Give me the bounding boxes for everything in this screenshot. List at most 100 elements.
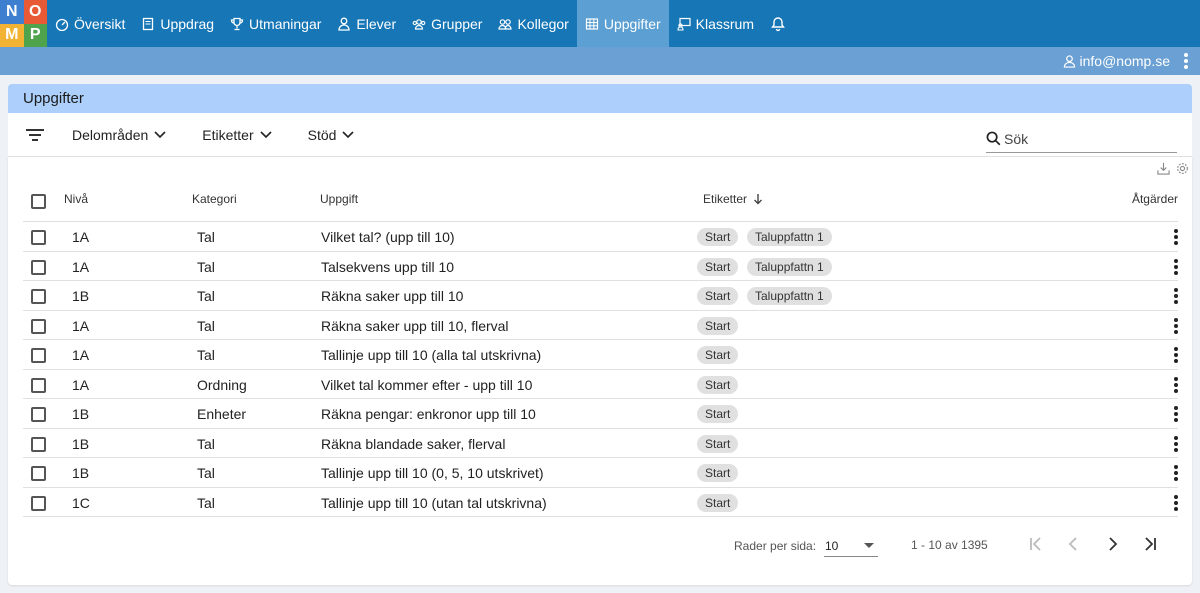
row-checkbox[interactable] bbox=[31, 466, 46, 481]
user-menu[interactable]: info@nomp.se bbox=[1063, 53, 1170, 69]
cell-task[interactable]: Tallinje upp till 10 (alla tal utskrivna… bbox=[321, 347, 541, 363]
gear-icon[interactable] bbox=[1176, 162, 1189, 175]
nav-item-uppdrag[interactable]: Uppdrag bbox=[133, 0, 222, 47]
logo-letter: N bbox=[0, 0, 24, 24]
search-input[interactable] bbox=[1004, 130, 1164, 147]
cell-category: Tal bbox=[197, 317, 215, 334]
nav-item-grupper[interactable]: Grupper bbox=[404, 0, 490, 47]
tag-chip[interactable]: Start bbox=[697, 464, 739, 482]
row-checkbox[interactable] bbox=[31, 407, 46, 422]
tag-chip[interactable]: Taluppfattn 1 bbox=[747, 228, 832, 246]
tag-chip[interactable]: Start bbox=[697, 375, 739, 394]
tag-chip[interactable]: Taluppfattn 1 bbox=[747, 287, 832, 305]
row-actions-icon[interactable] bbox=[1174, 406, 1178, 422]
row-checkbox[interactable] bbox=[31, 318, 46, 334]
user-email: info@nomp.se bbox=[1079, 53, 1170, 69]
dropdown-stod[interactable]: Stöd bbox=[308, 127, 355, 143]
nav-item-label: Översikt bbox=[74, 15, 126, 32]
cell-task[interactable]: Vilket tal kommer efter - upp till 10 bbox=[321, 377, 532, 393]
row-actions-icon[interactable] bbox=[1174, 229, 1178, 245]
table-row[interactable]: 1A Tal Talsekvens upp till 10 Start Taluppfa… bbox=[23, 252, 1178, 281]
table-row[interactable]: 1B Enheter Räkna pengar: enkronor upp till… bbox=[23, 399, 1178, 429]
tag-chip[interactable]: Start bbox=[697, 405, 739, 423]
table-row[interactable]: 1B Tal Tallinje upp till 10 (0, 5, 10 utsk… bbox=[23, 458, 1178, 488]
row-checkbox[interactable] bbox=[31, 289, 46, 304]
colleagues-icon bbox=[498, 18, 513, 30]
row-checkbox[interactable] bbox=[31, 348, 46, 363]
header-level[interactable]: Nivå bbox=[64, 192, 88, 206]
first-page-icon[interactable] bbox=[1027, 535, 1045, 553]
tag-chip[interactable]: Start bbox=[697, 493, 739, 512]
cell-level: 1A bbox=[72, 317, 90, 334]
cell-task[interactable]: Räkna pengar: enkronor upp till 10 bbox=[321, 406, 536, 422]
row-actions-icon[interactable] bbox=[1174, 258, 1178, 275]
row-checkbox[interactable] bbox=[31, 259, 46, 275]
tag-chip[interactable]: Start bbox=[697, 346, 739, 364]
nav-item--versikt[interactable]: Översikt bbox=[47, 0, 133, 47]
cell-level: 1C bbox=[72, 494, 90, 511]
nomp-logo[interactable]: N O M P bbox=[0, 0, 47, 47]
filter-icon[interactable] bbox=[26, 128, 44, 141]
row-actions-icon[interactable] bbox=[1174, 288, 1178, 304]
tag-chip[interactable]: Start bbox=[697, 316, 739, 335]
table-row[interactable]: 1A Tal Räkna saker upp till 10, flerval Sta… bbox=[23, 311, 1178, 340]
cell-level: 1B bbox=[72, 465, 90, 481]
cell-task[interactable]: Vilket tal? (upp till 10) bbox=[321, 229, 455, 245]
table-row[interactable]: 1A Ordning Vilket tal kommer efter - upp t… bbox=[23, 370, 1178, 399]
cell-task[interactable]: Talsekvens upp till 10 bbox=[321, 259, 454, 275]
nav-item-kollegor[interactable]: Kollegor bbox=[490, 0, 576, 47]
row-checkbox[interactable] bbox=[31, 495, 46, 511]
next-page-icon[interactable] bbox=[1103, 535, 1121, 553]
bell-icon bbox=[771, 16, 785, 31]
dropdown-etiketter[interactable]: Etiketter bbox=[202, 127, 272, 143]
table-row[interactable]: 1A Tal Vilket tal? (upp till 10) Start Talup… bbox=[23, 222, 1178, 252]
tag-chip[interactable]: Start bbox=[697, 257, 739, 276]
row-actions-icon[interactable] bbox=[1174, 494, 1178, 511]
tag-chip[interactable]: Taluppfattn 1 bbox=[747, 257, 832, 276]
table-row[interactable]: 1A Tal Tallinje upp till 10 (alla tal utsk… bbox=[23, 340, 1178, 370]
header-actions: Åtgärder bbox=[1131, 192, 1178, 206]
dropdown-delomraden[interactable]: Delområden bbox=[72, 127, 166, 143]
last-page-icon[interactable] bbox=[1141, 535, 1159, 553]
cell-task[interactable]: Tallinje upp till 10 (0, 5, 10 utskrivet… bbox=[321, 465, 544, 481]
group-icon bbox=[412, 18, 426, 30]
row-actions-icon[interactable] bbox=[1174, 376, 1178, 393]
nav-item-elever[interactable]: Elever bbox=[329, 0, 404, 47]
table-row[interactable]: 1B Tal Räkna saker upp till 10 Start Taluppf… bbox=[23, 281, 1178, 311]
header-task[interactable]: Uppgift bbox=[320, 192, 358, 206]
tag-chip[interactable]: Start bbox=[697, 434, 739, 453]
cell-category: Tal bbox=[197, 288, 215, 304]
nav-item-uppgifter[interactable]: Uppgifter bbox=[576, 0, 669, 47]
nav-item-utmaningar[interactable]: Utmaningar bbox=[222, 0, 329, 47]
row-checkbox[interactable] bbox=[31, 436, 46, 452]
more-options-icon[interactable] bbox=[1184, 53, 1188, 69]
arrow-down-icon bbox=[754, 194, 763, 205]
header-category[interactable]: Kategori bbox=[192, 192, 237, 206]
cell-category: Ordning bbox=[197, 376, 247, 393]
tag-chip[interactable]: Start bbox=[697, 228, 739, 246]
nav-item-klassrum[interactable]: Klassrum bbox=[669, 0, 762, 47]
notifications-bell[interactable] bbox=[762, 0, 794, 47]
row-actions-icon[interactable] bbox=[1174, 465, 1178, 481]
rows-per-page-select[interactable]: 10 bbox=[824, 535, 878, 557]
cell-task[interactable]: Räkna blandade saker, flerval bbox=[321, 436, 505, 452]
search-icon bbox=[986, 131, 1001, 146]
previous-page-icon[interactable] bbox=[1065, 535, 1083, 553]
table-row[interactable]: 1C Tal Tallinje upp till 10 (utan tal utsk… bbox=[23, 488, 1178, 517]
row-actions-icon[interactable] bbox=[1174, 347, 1178, 363]
nav-item-label: Klassrum bbox=[695, 15, 755, 32]
cell-task[interactable]: Räkna saker upp till 10, flerval bbox=[321, 318, 509, 334]
tag-chip[interactable]: Start bbox=[697, 287, 739, 305]
header-tags[interactable]: Etiketter bbox=[703, 192, 763, 206]
table-row[interactable]: 1B Tal Räkna blandade saker, flerval Start bbox=[23, 429, 1178, 458]
cell-task[interactable]: Tallinje upp till 10 (utan tal utskrivna… bbox=[321, 495, 547, 511]
row-actions-icon[interactable] bbox=[1174, 317, 1178, 334]
cell-task[interactable]: Räkna saker upp till 10 bbox=[321, 288, 463, 304]
row-checkbox[interactable] bbox=[31, 230, 46, 245]
nav-item-label: Uppdrag bbox=[160, 15, 215, 32]
row-actions-icon[interactable] bbox=[1174, 435, 1178, 452]
select-all-checkbox[interactable] bbox=[31, 194, 46, 209]
download-icon[interactable] bbox=[1157, 162, 1170, 175]
book-icon bbox=[143, 17, 154, 30]
row-checkbox[interactable] bbox=[31, 377, 46, 393]
